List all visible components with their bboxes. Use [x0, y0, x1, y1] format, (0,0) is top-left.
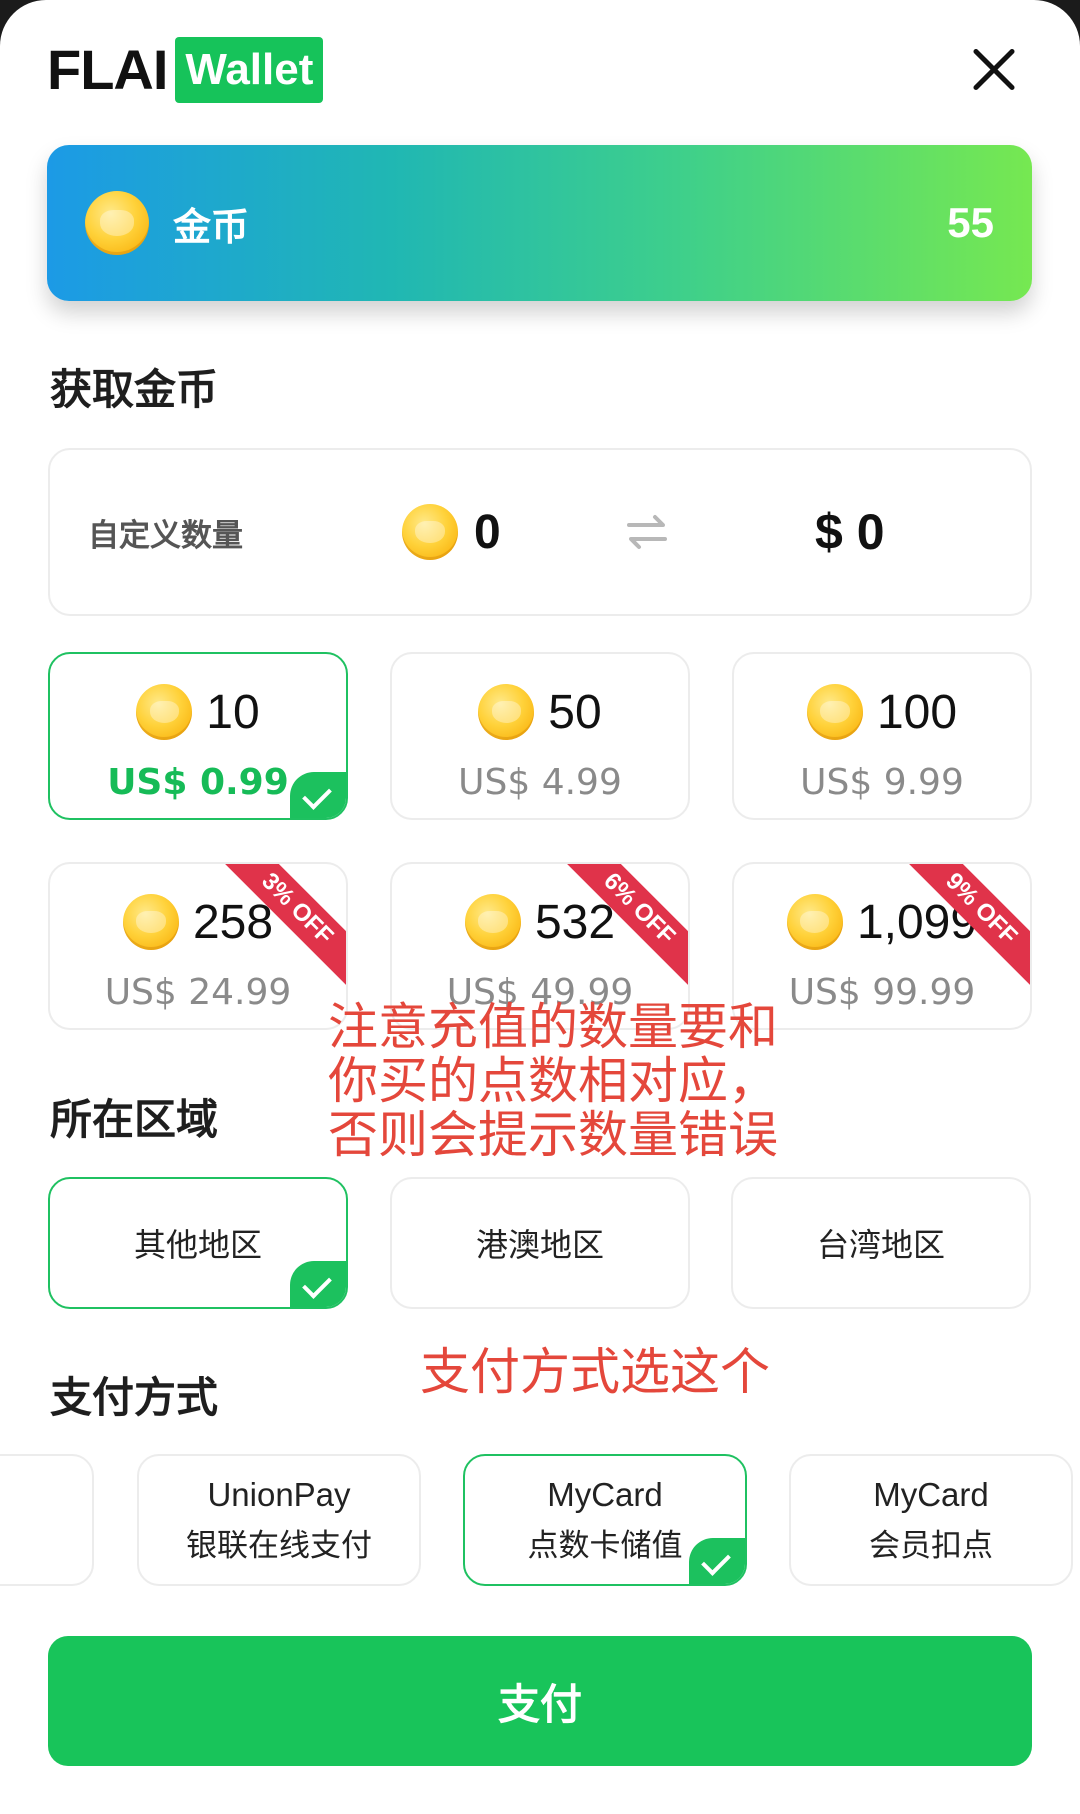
wallet-sheet: FLAI Wallet 金币 55 获取金币 自定义数量 0 $ 0 10 US… [0, 0, 1080, 1814]
check-icon [290, 772, 346, 818]
coin-icon [122, 894, 179, 950]
check-icon [689, 1538, 745, 1584]
logo-wallet-badge: Wallet [175, 37, 324, 103]
package-amount: 10 [206, 685, 260, 739]
custom-amount-card[interactable]: 自定义数量 0 $ 0 [48, 448, 1032, 616]
region-taiwan[interactable]: 台湾地区 [731, 1177, 1031, 1309]
custom-quantity-value[interactable]: 0 [474, 505, 501, 560]
coin-icon [85, 191, 149, 255]
region-other[interactable]: 其他地区 [48, 1177, 348, 1309]
annotation-line: 否则会提示数量错误 [328, 1106, 778, 1164]
annotation-line: 你买的点数相对应， [328, 1052, 778, 1110]
payment-mycard-points[interactable]: MyCard 点数卡储值 [463, 1454, 747, 1586]
package-amount: 100 [876, 685, 958, 739]
payment-desc: 银联在线支付 [186, 1527, 372, 1564]
region-hk-macau[interactable]: 港澳地区 [390, 1177, 690, 1309]
package-price: US$ 99.99 [788, 972, 976, 1013]
region-label: 港澳地区 [475, 1226, 604, 1264]
balance-label: 金币 [173, 204, 250, 249]
payment-desc: 会员扣点 [869, 1527, 993, 1564]
coin-icon [136, 684, 193, 740]
annotation-payment-note: 支付方式选这个 [420, 1343, 770, 1401]
coin-icon [402, 504, 458, 560]
annotation-quantity-note: 注意充值的数量要和 你买的点数相对应， 否则会提示数量错误 [328, 1000, 778, 1162]
package-50[interactable]: 50 US$ 4.99 [390, 652, 690, 820]
logo-flai-text: FLAI [47, 38, 168, 101]
balance-value: 55 [947, 199, 994, 246]
get-coins-title: 获取金币 [50, 365, 219, 414]
package-10[interactable]: 10 US$ 0.99 [48, 652, 348, 820]
region-title: 所在区域 [50, 1095, 219, 1144]
custom-amount-label: 自定义数量 [88, 517, 243, 554]
package-price: US$ 24.99 [104, 972, 292, 1013]
package-amount: 50 [548, 685, 602, 739]
coin-icon [464, 894, 521, 950]
payment-name: MyCard [547, 1475, 663, 1513]
coin-icon [478, 684, 535, 740]
package-100[interactable]: 100 US$ 9.99 [732, 652, 1032, 820]
package-258[interactable]: 258 US$ 24.99 3% OFF [48, 862, 348, 1030]
close-icon[interactable] [964, 40, 1024, 100]
package-amount: 532 [534, 895, 616, 949]
annotation-line: 注意充值的数量要和 [328, 998, 778, 1056]
payment-method-partial[interactable] [0, 1454, 94, 1586]
region-label: 台湾地区 [816, 1226, 945, 1264]
coin-icon [786, 894, 843, 950]
region-label: 其他地区 [133, 1226, 262, 1264]
payment-mycard-member[interactable]: MyCard 会员扣点 [789, 1454, 1073, 1586]
check-icon [290, 1261, 346, 1307]
payment-title: 支付方式 [50, 1373, 219, 1422]
custom-quantity[interactable]: 0 [402, 504, 501, 560]
pay-button[interactable]: 支付 [48, 1636, 1032, 1766]
coin-icon [806, 684, 863, 740]
package-price: US$ 4.99 [458, 762, 622, 803]
payment-name: UnionPay [207, 1475, 351, 1513]
package-amount: 258 [192, 895, 274, 949]
swap-arrows-icon [627, 515, 667, 549]
flai-wallet-logo: FLAI Wallet [47, 36, 324, 104]
custom-price-value: $ 0 [815, 504, 885, 560]
coin-balance-banner: 金币 55 [47, 145, 1032, 301]
payment-name: MyCard [873, 1475, 989, 1513]
package-price: US$ 9.99 [800, 762, 964, 803]
payment-unionpay[interactable]: UnionPay 银联在线支付 [137, 1454, 421, 1586]
